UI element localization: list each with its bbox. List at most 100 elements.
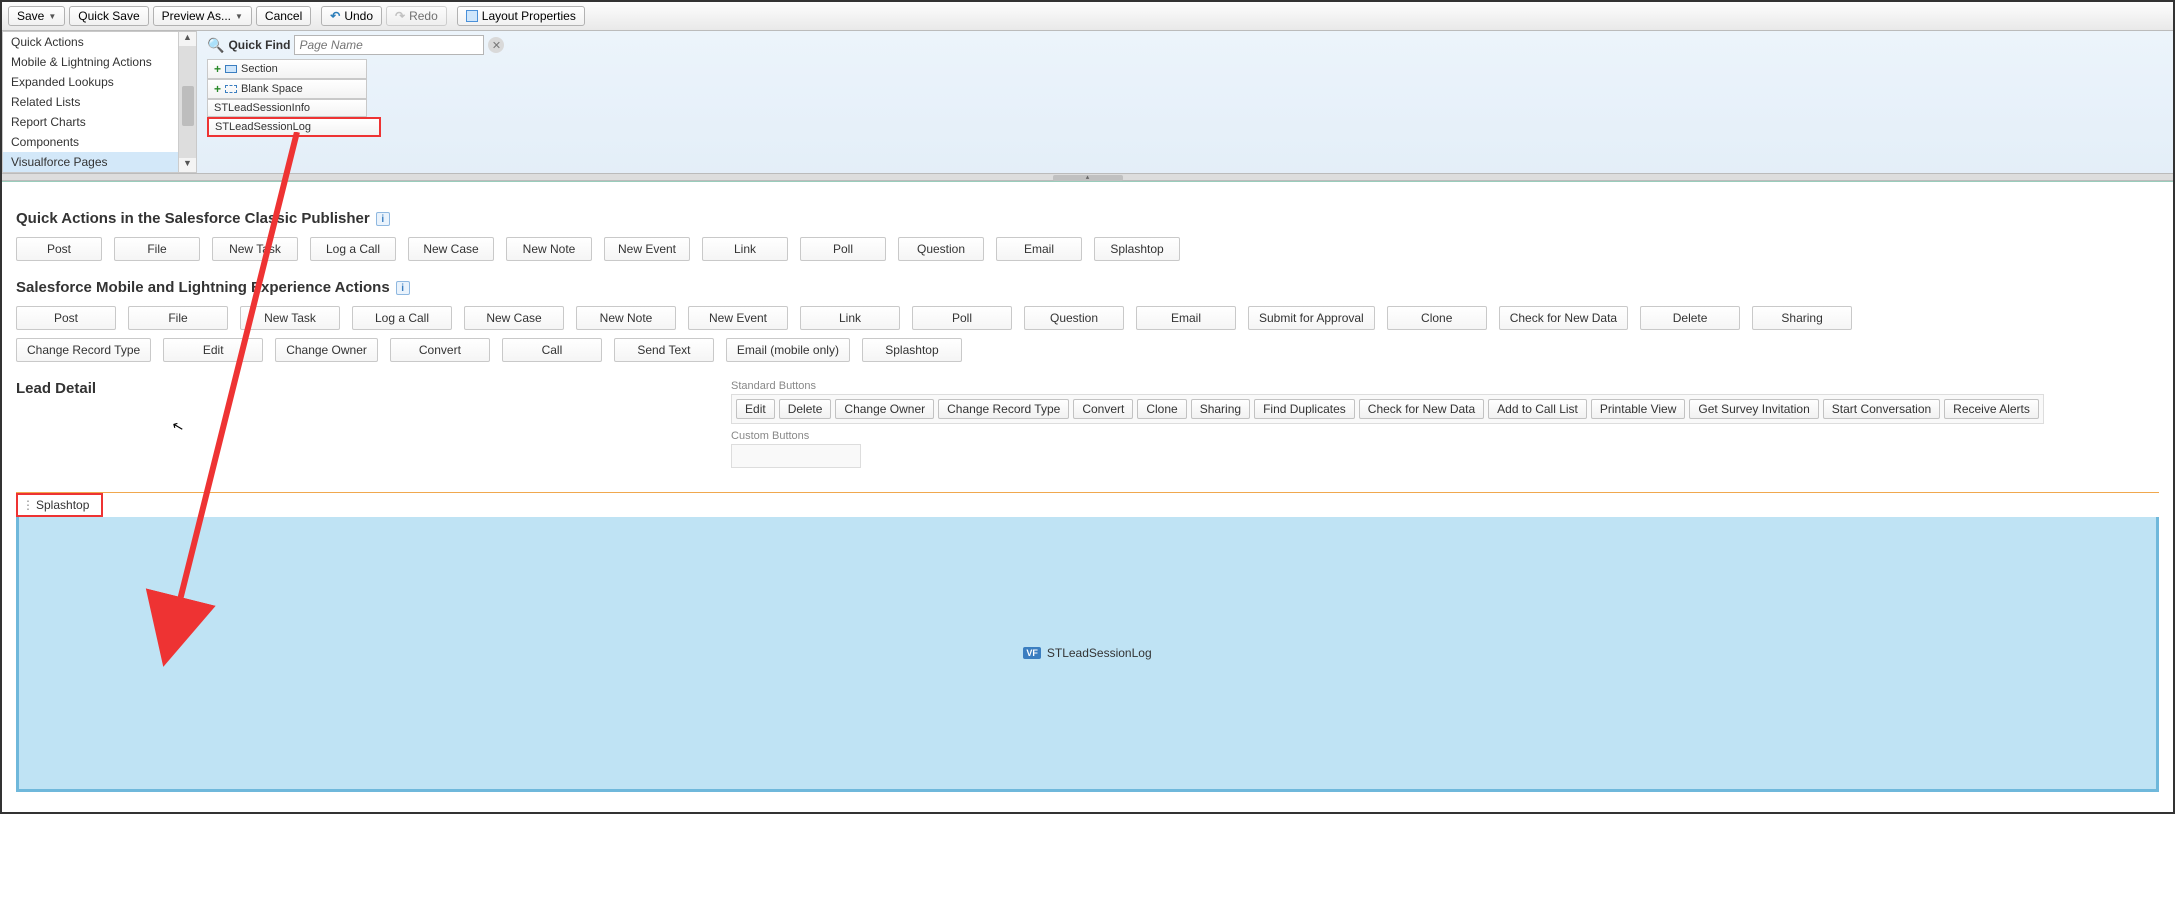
action-chip[interactable]: New Task [212, 237, 298, 261]
category-quick-actions[interactable]: Quick Actions▼ [3, 32, 196, 52]
element-stleadsessioninfo[interactable]: STLeadSessionInfo [207, 99, 367, 117]
search-icon: 🔍 [207, 37, 224, 54]
standard-button[interactable]: Find Duplicates [1254, 399, 1355, 419]
standard-button[interactable]: Change Owner [835, 399, 934, 419]
standard-button[interactable]: Change Record Type [938, 399, 1069, 419]
action-chip[interactable]: Poll [912, 306, 1012, 330]
toolbar-divider [451, 6, 453, 26]
cancel-button[interactable]: Cancel [256, 6, 311, 26]
lead-detail-header: Lead Detail Standard Buttons EditDeleteC… [16, 380, 2159, 474]
action-chip[interactable]: Change Record Type [16, 338, 151, 362]
action-chip[interactable]: Link [702, 237, 788, 261]
standard-button[interactable]: Get Survey Invitation [1689, 399, 1818, 419]
standard-button[interactable]: Start Conversation [1823, 399, 1940, 419]
action-chip[interactable]: Link [800, 306, 900, 330]
quick-save-label: Quick Save [78, 9, 139, 23]
action-chip[interactable]: Sharing [1752, 306, 1852, 330]
action-chip[interactable]: Edit [163, 338, 263, 362]
undo-button[interactable]: ↶Undo [321, 6, 382, 26]
action-chip[interactable]: New Note [576, 306, 676, 330]
splashtop-section-tab[interactable]: Splashtop [16, 493, 103, 517]
blank-space-icon [225, 85, 237, 93]
quick-find-input[interactable] [294, 35, 484, 55]
standard-button[interactable]: Check for New Data [1359, 399, 1484, 419]
plus-icon: + [214, 62, 221, 76]
cat-label: Mobile & Lightning Actions [11, 55, 152, 69]
action-chip[interactable]: Poll [800, 237, 886, 261]
action-chip[interactable]: New Case [464, 306, 564, 330]
section-icon [225, 65, 237, 73]
category-list: Quick Actions▼ Mobile & Lightning Action… [2, 31, 197, 173]
action-chip[interactable]: Post [16, 237, 102, 261]
action-chip[interactable]: Splashtop [1094, 237, 1180, 261]
standard-button[interactable]: Sharing [1191, 399, 1250, 419]
action-chip[interactable]: File [128, 306, 228, 330]
standard-button[interactable]: Edit [736, 399, 775, 419]
info-icon[interactable]: i [376, 212, 390, 226]
action-chip[interactable]: Log a Call [352, 306, 452, 330]
action-chip[interactable]: New Case [408, 237, 494, 261]
standard-button[interactable]: Printable View [1591, 399, 1686, 419]
action-chip[interactable]: New Note [506, 237, 592, 261]
standard-button[interactable]: Delete [779, 399, 832, 419]
category-related-lists[interactable]: Related Lists [3, 92, 196, 112]
redo-button[interactable]: ↷Redo [386, 6, 447, 26]
preview-as-button[interactable]: Preview As...▼ [153, 6, 252, 26]
standard-button[interactable]: Clone [1137, 399, 1186, 419]
caret-down-icon: ▼ [48, 12, 56, 21]
action-chip[interactable]: Email [996, 237, 1082, 261]
action-chip[interactable]: Convert [390, 338, 490, 362]
action-chip[interactable]: New Event [604, 237, 690, 261]
element-section[interactable]: + Section [207, 59, 367, 79]
action-chip[interactable]: Splashtop [862, 338, 962, 362]
action-chip[interactable]: Send Text [614, 338, 714, 362]
action-chip[interactable]: File [114, 237, 200, 261]
custom-buttons-box[interactable] [731, 444, 861, 468]
action-chip[interactable]: Question [898, 237, 984, 261]
action-chip[interactable]: New Event [688, 306, 788, 330]
action-chip[interactable]: Change Owner [275, 338, 378, 362]
action-chip[interactable]: Post [16, 306, 116, 330]
category-components[interactable]: Components [3, 132, 196, 152]
action-chip[interactable]: Question [1024, 306, 1124, 330]
scroll-track[interactable] [179, 46, 196, 158]
element-blank-space[interactable]: +Blank Space [207, 79, 367, 99]
action-chip[interactable]: Call [502, 338, 602, 362]
scroll-up-icon[interactable]: ▲ [179, 32, 196, 46]
quick-save-button[interactable]: Quick Save [69, 6, 148, 26]
action-chip[interactable]: Email [1136, 306, 1236, 330]
action-chip[interactable]: Clone [1387, 306, 1487, 330]
clear-search-icon[interactable]: ✕ [488, 37, 504, 53]
action-chip[interactable]: Delete [1640, 306, 1740, 330]
action-chip[interactable]: New Task [240, 306, 340, 330]
action-chip[interactable]: Email (mobile only) [726, 338, 850, 362]
elem-label: Section [241, 63, 278, 75]
category-visualforce-pages[interactable]: Visualforce Pages▼ [3, 152, 196, 172]
standard-button[interactable]: Receive Alerts [1944, 399, 2039, 419]
category-mobile-lightning[interactable]: Mobile & Lightning Actions [3, 52, 196, 72]
element-stleadsessionlog[interactable]: STLeadSessionLog [207, 117, 381, 137]
save-button[interactable]: Save▼ [8, 6, 65, 26]
scroll-thumb[interactable] [182, 86, 194, 126]
scroll-down-icon[interactable]: ▼ [179, 158, 196, 172]
category-scrollbar[interactable]: ▲ ▼ [178, 32, 196, 172]
classic-actions-row: Post File New Task Log a Call New Case New No… [16, 237, 2159, 261]
action-chip[interactable]: Check for New Data [1499, 306, 1628, 330]
vf-drop-zone[interactable]: VF STLeadSessionLog [16, 517, 2159, 792]
category-report-charts[interactable]: Report Charts [3, 112, 196, 132]
classic-actions-title: Quick Actions in the Salesforce Classic … [16, 210, 370, 227]
standard-button[interactable]: Convert [1073, 399, 1133, 419]
vf-page-name: STLeadSessionLog [1047, 646, 1152, 660]
standard-button[interactable]: Add to Call List [1488, 399, 1587, 419]
lex-actions-row-2: Change Record Type Edit Change Owner Conver… [16, 338, 2159, 362]
lead-detail-title: Lead Detail [16, 380, 96, 397]
action-chip[interactable]: Submit for Approval [1248, 306, 1375, 330]
palette-collapse-handle[interactable]: ▴ [2, 173, 2173, 181]
classic-actions-header: Quick Actions in the Salesforce Classic … [16, 210, 2159, 227]
layout-properties-button[interactable]: Layout Properties [457, 6, 585, 26]
redo-icon: ↷ [395, 9, 405, 23]
grip-icon: ▴ [1053, 175, 1123, 181]
category-expanded-lookups[interactable]: Expanded Lookups [3, 72, 196, 92]
info-icon[interactable]: i [396, 281, 410, 295]
action-chip[interactable]: Log a Call [310, 237, 396, 261]
